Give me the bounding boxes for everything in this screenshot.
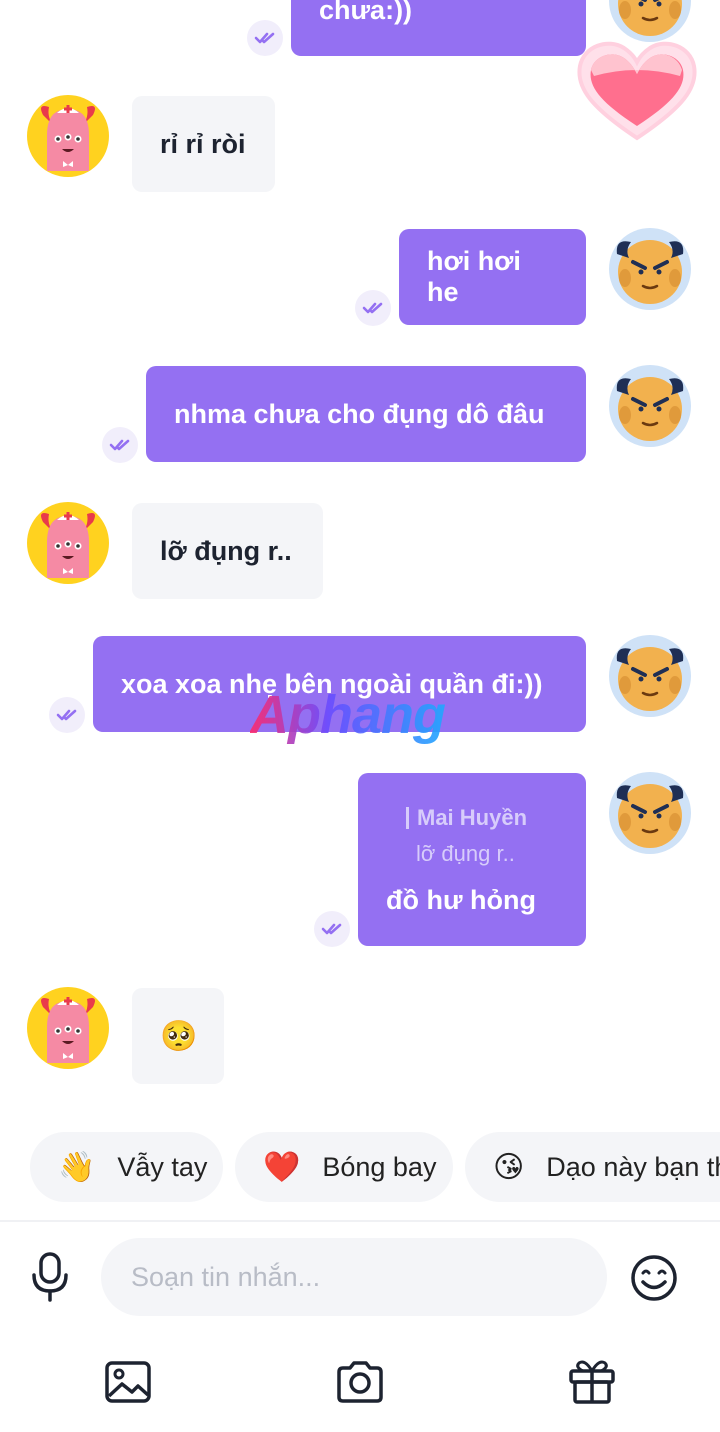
- heart-icon: ❤️: [263, 1150, 301, 1184]
- message-bubble-out[interactable]: hơi hơi he: [399, 229, 586, 325]
- message-text: hơi hơi he: [427, 246, 521, 307]
- message-input[interactable]: Soạn tin nhắn...: [101, 1238, 607, 1316]
- quick-reply-label: Bóng bay: [322, 1151, 437, 1182]
- read-receipt-icon: [355, 290, 391, 326]
- message-text: nhma chưa cho đụng dô đâu: [174, 398, 545, 429]
- camera-icon[interactable]: [334, 1358, 386, 1406]
- contact-avatar[interactable]: [609, 635, 691, 717]
- message-text: đồ hư hỏng: [386, 885, 537, 915]
- gift-icon[interactable]: [566, 1356, 618, 1406]
- message-bubble-in[interactable]: rỉ rỉ ròi: [132, 96, 275, 192]
- message-bubble-in[interactable]: lỡ đụng r..: [132, 503, 323, 599]
- read-receipt-icon: [49, 697, 85, 733]
- message-bubble-out[interactable]: nhma chưa cho đụng dô đâu: [146, 366, 586, 462]
- kissing-face-icon: 😘: [493, 1150, 525, 1184]
- contact-avatar[interactable]: [609, 772, 691, 854]
- contact-avatar[interactable]: [609, 228, 691, 310]
- read-receipt-icon: [102, 427, 138, 463]
- read-receipt-icon: [314, 911, 350, 947]
- my-avatar[interactable]: [27, 95, 109, 177]
- read-receipt-icon: [247, 20, 283, 56]
- my-avatar[interactable]: [27, 502, 109, 584]
- emoji-icon[interactable]: [628, 1252, 680, 1304]
- heart-sticker-icon: [572, 36, 702, 146]
- message-text: 🥺: [160, 1019, 198, 1053]
- reply-quote-name: Mai Huyền: [417, 805, 528, 830]
- quick-reply-chip[interactable]: ❤️ Bóng bay: [235, 1132, 453, 1202]
- reply-quote-header: Mai Huyền: [406, 805, 527, 831]
- microphone-icon[interactable]: [26, 1250, 74, 1304]
- message-text: lỡ đụng r..: [160, 535, 292, 566]
- message-bubble-reply[interactable]: Mai Huyền lỡ đụng r.. đồ hư hỏng: [358, 773, 586, 946]
- waving-hand-icon: 👋: [58, 1150, 96, 1184]
- message-bubble-out[interactable]: ở dưới ướt chưa:)): [291, 0, 586, 56]
- quick-reply-chip[interactable]: 👋 Vẫy tay: [30, 1132, 223, 1202]
- quick-reply-label: Vẫy tay: [117, 1151, 208, 1182]
- message-text: rỉ rỉ ròi: [160, 128, 246, 159]
- message-input-placeholder: Soạn tin nhắn...: [131, 1261, 321, 1292]
- message-bubble-in[interactable]: 🥺: [132, 988, 224, 1084]
- reply-quote-bar: [406, 807, 409, 829]
- watermark-logo: Aphang: [250, 685, 446, 745]
- contact-avatar[interactable]: [609, 365, 691, 447]
- reply-quote-text: lỡ đụng r..: [416, 841, 515, 866]
- my-avatar[interactable]: [27, 987, 109, 1069]
- image-icon[interactable]: [103, 1358, 153, 1406]
- message-text: ở dưới ướt chưa:)): [319, 0, 413, 25]
- composer-divider: [0, 1220, 720, 1222]
- quick-reply-label: Dạo này bạn th: [546, 1151, 720, 1182]
- quick-reply-chip[interactable]: 😘 Dạo này bạn th: [465, 1132, 720, 1202]
